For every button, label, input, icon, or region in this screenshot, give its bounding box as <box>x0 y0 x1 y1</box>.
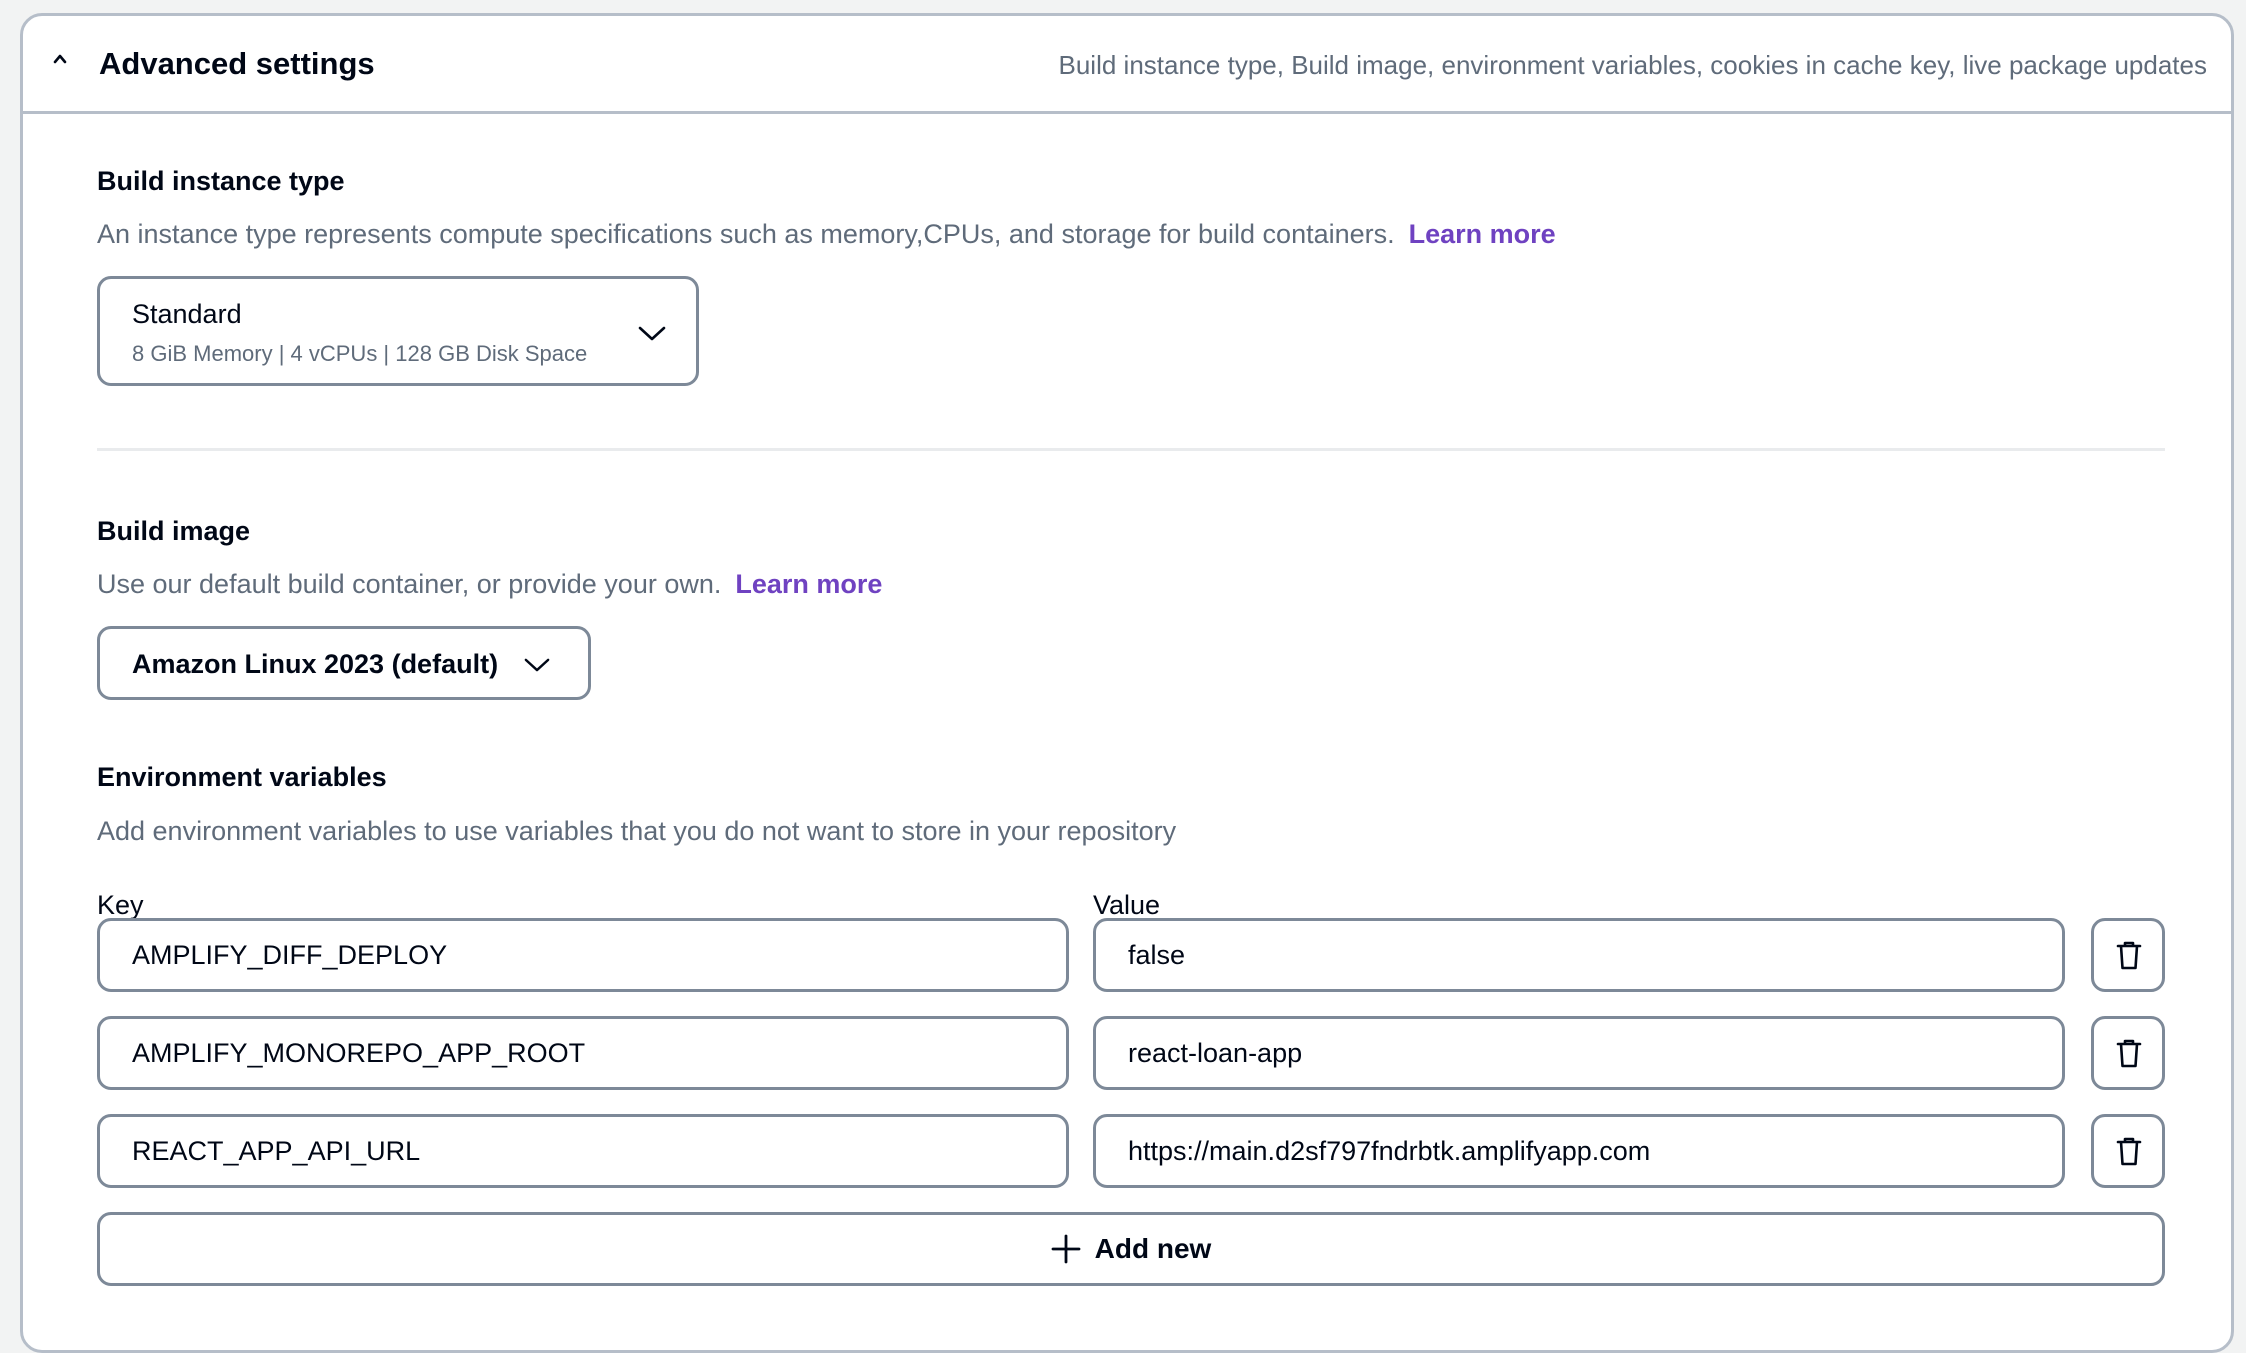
build-image-select[interactable]: Amazon Linux 2023 (default) <box>97 626 591 700</box>
build-image-title: Build image <box>97 516 251 546</box>
advanced-settings-header[interactable]: Advanced settings Build instance type, B… <box>23 16 2231 114</box>
advanced-settings-title: Advanced settings <box>99 46 375 81</box>
build-instance-learn-more-link[interactable]: Learn more <box>1409 219 1556 249</box>
build-instance-type-description-text: An instance type represents compute spec… <box>97 219 1395 249</box>
build-image-learn-more-link[interactable]: Learn more <box>735 569 882 599</box>
environment-variables-title: Environment variables <box>97 762 387 792</box>
value-column-label: Value <box>1093 890 1161 920</box>
env-key-input[interactable]: AMPLIFY_DIFF_DEPLOY <box>97 918 1069 992</box>
caret-up-icon[interactable] <box>53 52 67 66</box>
build-instance-type-description: An instance type represents compute spec… <box>97 219 1556 250</box>
key-column-label: Key <box>97 890 144 920</box>
build-instance-type-select[interactable]: Standard 8 GiB Memory | 4 vCPUs | 128 GB… <box>97 276 699 386</box>
trash-icon <box>2116 1137 2142 1166</box>
chevron-down-icon <box>524 658 550 672</box>
chevron-down-icon <box>638 326 666 341</box>
advanced-settings-description: Build instance type, Build image, enviro… <box>1058 50 2208 80</box>
build-image-description: Use our default build container, or prov… <box>97 569 882 600</box>
add-new-env-var-button[interactable]: Add new <box>97 1212 2165 1286</box>
remove-env-var-button[interactable] <box>2091 918 2165 992</box>
trash-icon <box>2116 1039 2142 1068</box>
environment-variables-description: Add environment variables to use variabl… <box>97 816 1177 846</box>
build-image-description-text: Use our default build container, or prov… <box>97 569 722 599</box>
env-key-input[interactable]: REACT_APP_API_URL <box>97 1114 1069 1188</box>
build-instance-type-detail: 8 GiB Memory | 4 vCPUs | 128 GB Disk Spa… <box>132 341 588 366</box>
remove-env-var-button[interactable] <box>2091 1114 2165 1188</box>
trash-icon <box>2116 941 2142 970</box>
env-value-input[interactable]: false <box>1093 918 2065 992</box>
plus-icon <box>1051 1234 1081 1264</box>
env-value-input[interactable]: react-loan-app <box>1093 1016 2065 1090</box>
env-value-input[interactable]: https://main.d2sf797fndrbtk.amplifyapp.c… <box>1093 1114 2065 1188</box>
remove-env-var-button[interactable] <box>2091 1016 2165 1090</box>
section-divider <box>97 448 2165 451</box>
build-image-selected: Amazon Linux 2023 (default) <box>132 649 499 679</box>
env-key-input[interactable]: AMPLIFY_MONOREPO_APP_ROOT <box>97 1016 1069 1090</box>
add-new-label: Add new <box>1094 1233 1212 1264</box>
build-instance-type-title: Build instance type <box>97 166 345 196</box>
advanced-settings-panel: Advanced settings Build instance type, B… <box>20 13 2234 1353</box>
build-instance-type-selected: Standard <box>132 299 242 329</box>
